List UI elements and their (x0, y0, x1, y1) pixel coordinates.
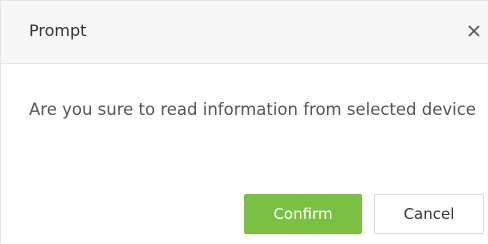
cancel-button[interactable]: Cancel (374, 194, 484, 234)
close-icon (463, 17, 487, 45)
confirm-button[interactable]: Confirm (244, 194, 362, 234)
prompt-dialog: Prompt Are you sure to read information … (0, 0, 488, 244)
dialog-title: Prompt (29, 21, 87, 40)
dialog-header: Prompt (1, 1, 488, 64)
dialog-message: Are you sure to read information from se… (29, 100, 476, 119)
close-button[interactable] (463, 17, 487, 45)
